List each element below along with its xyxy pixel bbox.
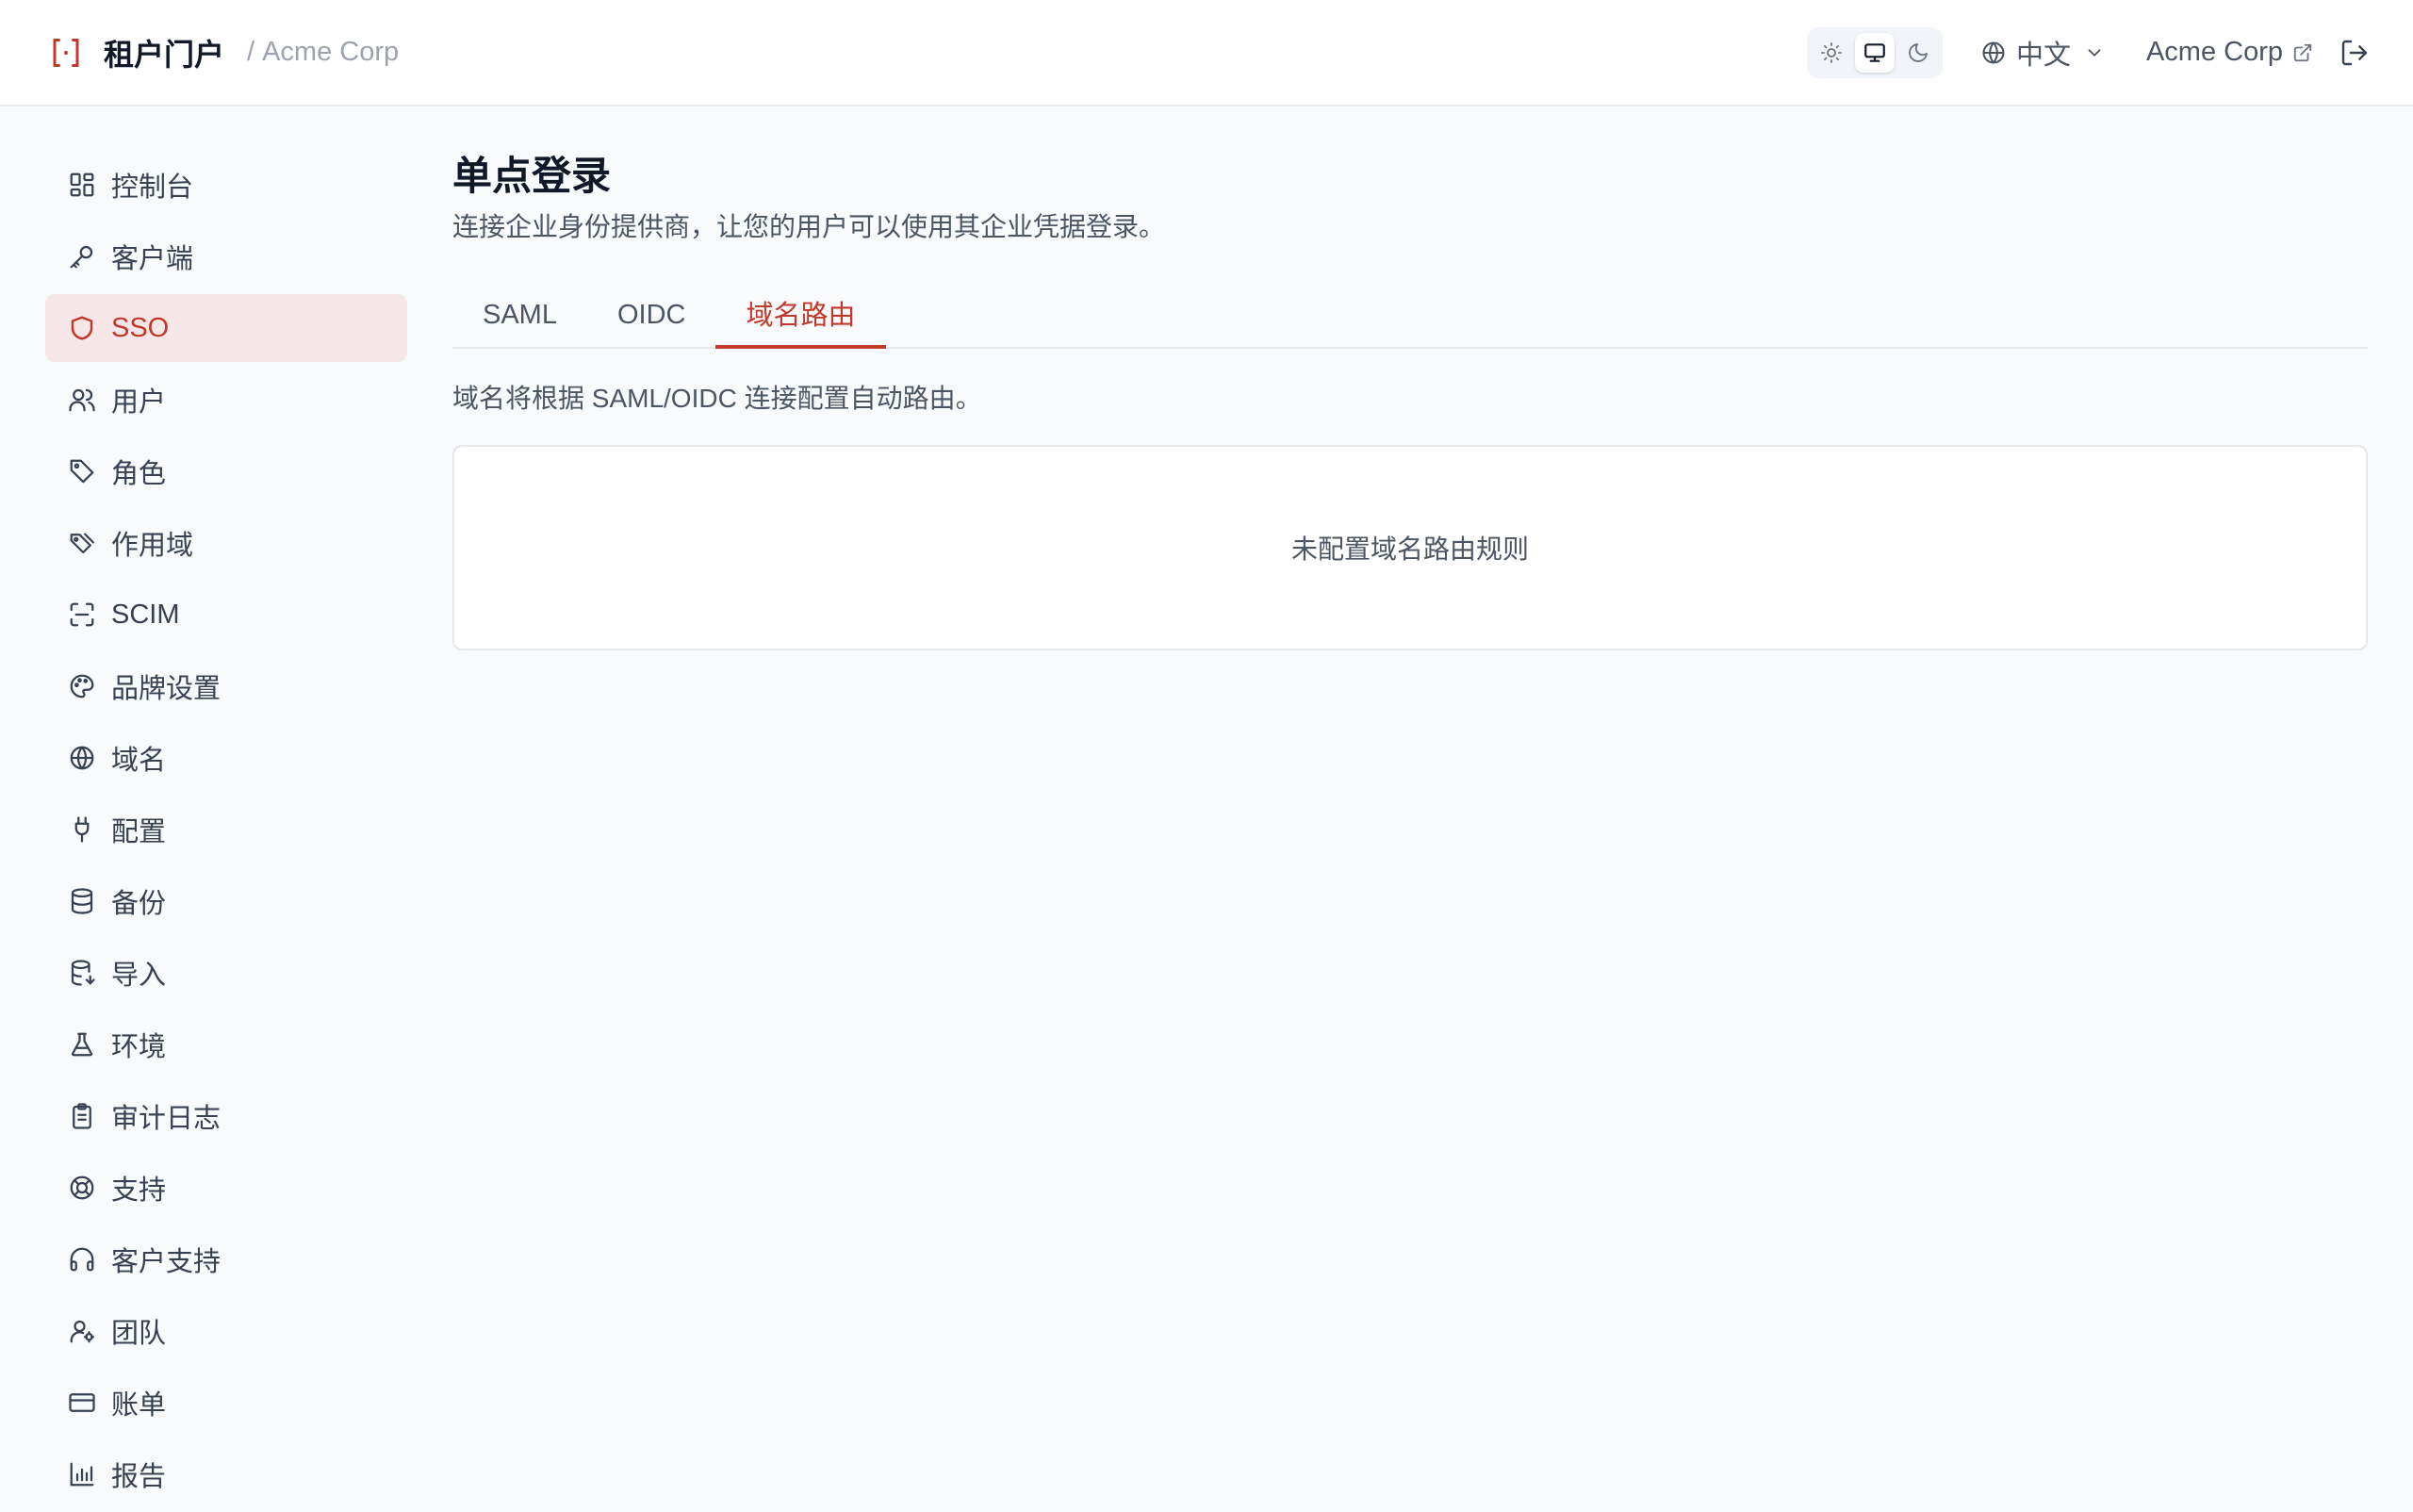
sidebar-item-label: 报告	[111, 1462, 167, 1492]
sidebar-item-label: 作用域	[111, 531, 194, 561]
logout-icon	[2341, 40, 2368, 65]
sidebar-item-users[interactable]: 用户	[45, 366, 407, 434]
empty-state-text: 未配置域名路由规则	[1290, 534, 1529, 564]
theme-system-button[interactable]	[1854, 32, 1895, 73]
sun-icon	[1821, 41, 1842, 63]
domain-routing-info: 域名将根据 SAML/OIDC 连接配置自动路由。	[452, 384, 982, 413]
database-icon	[71, 888, 93, 914]
plug-icon	[74, 816, 90, 843]
tenant-link-label: Acme Corp	[2145, 37, 2283, 67]
sidebar-item-import[interactable]: 导入	[45, 939, 407, 1007]
sidebar-item-backup[interactable]: 备份	[45, 867, 407, 935]
sidebar-item-label: SSO	[111, 312, 170, 343]
sidebar-item-environment[interactable]: 环境	[45, 1011, 407, 1078]
brand[interactable]: 租户门户 / Acme Corp	[49, 31, 399, 74]
sidebar-item-reports[interactable]: 报告	[45, 1440, 407, 1508]
theme-switcher	[1806, 26, 1943, 78]
tab-oidc[interactable]: OIDC	[587, 281, 716, 349]
tab-saml[interactable]: SAML	[452, 281, 587, 349]
sidebar-item-label: 团队	[111, 1319, 167, 1349]
bar-chart-icon	[70, 1462, 94, 1487]
sidebar-item-scopes[interactable]: 作用域	[45, 509, 407, 577]
database-import-icon	[71, 960, 95, 986]
sidebar-item-label: 审计日志	[111, 1104, 222, 1134]
sidebar-item-sso[interactable]: SSO	[45, 294, 407, 362]
sidebar-item-dashboard[interactable]: 控制台	[45, 151, 407, 219]
sidebar-item-label: 账单	[111, 1390, 167, 1421]
credit-card-icon	[69, 1393, 95, 1412]
palette-icon	[70, 674, 94, 698]
sidebar-item-label: 备份	[111, 889, 167, 919]
sidebar-item-label: 品牌设置	[111, 674, 222, 704]
user-cog-icon	[70, 1320, 94, 1343]
monitor-icon	[1864, 42, 1885, 62]
logo-icon	[53, 38, 79, 67]
app-name: 租户门户	[104, 37, 225, 72]
globe-icon	[1982, 41, 2005, 64]
chevron-down-icon	[2088, 48, 2101, 57]
tab-domain-routing[interactable]: 域名路由	[715, 281, 886, 349]
scan-icon	[70, 602, 94, 627]
language-select[interactable]: 中文	[1980, 33, 2105, 73]
sidebar-item-label: 客户端	[111, 244, 194, 274]
sidebar: 控制台 客户端 SSO 用户 角色 作用域 SCIM 品牌设置 域名 配置 备份	[45, 151, 407, 1512]
empty-state-card: 未配置域名路由规则	[452, 445, 2368, 650]
external-link-icon	[2293, 43, 2312, 61]
sidebar-item-label: 支持	[111, 1175, 167, 1206]
sidebar-item-support[interactable]: 支持	[45, 1154, 407, 1222]
sidebar-item-label: 域名	[111, 746, 167, 776]
sidebar-item-label: 配置	[111, 817, 167, 847]
key-icon	[70, 245, 93, 269]
flask-icon	[71, 1032, 93, 1057]
dashboard-icon	[70, 173, 94, 197]
lifebuoy-icon	[70, 1175, 94, 1200]
breadcrumb-tenant: Acme Corp	[262, 37, 400, 67]
sidebar-item-scim[interactable]: SCIM	[45, 581, 407, 649]
sidebar-item-audit-log[interactable]: 审计日志	[45, 1082, 407, 1150]
moon-icon	[1909, 42, 1928, 62]
page-title: 单点登录	[452, 154, 612, 198]
sidebar-item-label: SCIM	[111, 599, 180, 630]
sidebar-item-customer-support[interactable]: 客户支持	[45, 1225, 407, 1293]
sidebar-item-domains[interactable]: 域名	[45, 724, 407, 792]
shield-icon	[71, 316, 93, 340]
sidebar-item-branding[interactable]: 品牌设置	[45, 652, 407, 720]
top-bar: 租户门户 / Acme Corp 中文 Acme Corp	[0, 0, 2413, 107]
sidebar-item-roles[interactable]: 角色	[45, 437, 407, 505]
breadcrumb-separator: /	[247, 37, 255, 67]
main-content: 单点登录 连接企业身份提供商，让您的用户可以使用其企业凭据登录。 SAML OI…	[452, 151, 2368, 650]
sidebar-item-label: 用户	[111, 387, 167, 418]
sidebar-item-config[interactable]: 配置	[45, 796, 407, 863]
users-icon	[69, 388, 95, 412]
language-label: 中文	[2015, 40, 2071, 71]
headphones-icon	[70, 1247, 94, 1272]
tenant-external-link[interactable]: Acme Corp	[2146, 37, 2313, 68]
sidebar-item-billing[interactable]: 账单	[45, 1369, 407, 1437]
sidebar-item-label: 控制台	[111, 173, 194, 203]
sidebar-item-clients[interactable]: 客户端	[45, 222, 407, 290]
sidebar-item-label: 角色	[111, 459, 167, 489]
page-description: 连接企业身份提供商，让您的用户可以使用其企业凭据登录。	[452, 212, 1166, 241]
tags-icon	[70, 533, 95, 554]
globe-icon	[70, 746, 94, 770]
logout-button[interactable]	[2339, 38, 2370, 68]
tag-icon	[70, 459, 94, 484]
sso-tabs: SAML OIDC 域名路由	[452, 281, 2368, 349]
theme-light-button[interactable]	[1812, 33, 1851, 73]
sidebar-item-label: 客户支持	[111, 1247, 222, 1277]
sidebar-item-label: 环境	[111, 1032, 167, 1062]
clipboard-icon	[73, 1103, 91, 1129]
theme-dark-button[interactable]	[1898, 33, 1938, 73]
sidebar-item-label: 导入	[111, 961, 167, 991]
sidebar-item-team[interactable]: 团队	[45, 1297, 407, 1365]
